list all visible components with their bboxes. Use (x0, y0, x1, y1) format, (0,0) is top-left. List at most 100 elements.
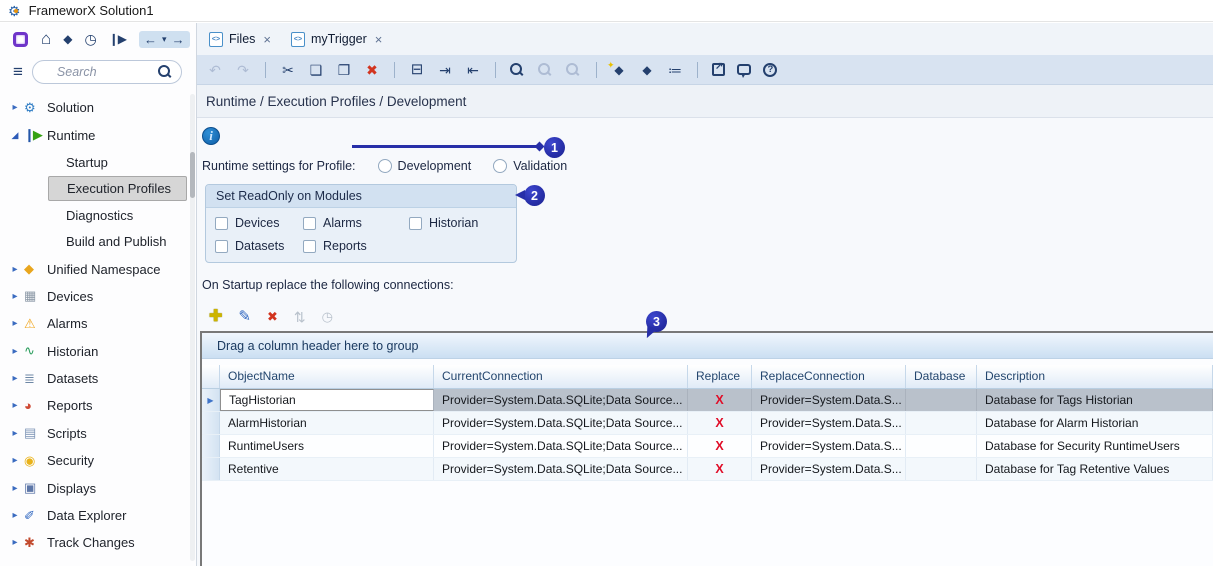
expand-arrow-icon[interactable]: ▸ (8, 510, 22, 521)
checkbox-reports[interactable]: Reports (303, 239, 409, 253)
cell-description[interactable]: Database for Tags Historian (977, 389, 1213, 411)
expand-arrow-icon[interactable]: ▸ (8, 537, 22, 548)
tab-files[interactable]: <>Files× (209, 32, 271, 47)
checkbox-devices[interactable]: Devices (215, 216, 303, 230)
radio-button-icon[interactable] (493, 159, 507, 173)
grid-group-panel[interactable]: Drag a column header here to group (202, 333, 1213, 359)
sort-icon[interactable]: ⇅ (294, 308, 306, 326)
cell-replaceconnection[interactable]: Provider=System.Data.S... (752, 412, 906, 434)
cell-replaceconnection[interactable]: Provider=System.Data.S... (752, 458, 906, 480)
column-header-database[interactable]: Database (906, 365, 977, 388)
sidebar-scrollbar-thumb[interactable] (190, 152, 195, 198)
sidebar-item-build-and-publish[interactable]: Build and Publish (48, 229, 187, 254)
expand-arrow-icon[interactable]: ▸ (8, 264, 22, 275)
nav-forward-icon[interactable]: → (172, 32, 185, 47)
feedback-icon[interactable] (737, 64, 751, 75)
tab-mytrigger[interactable]: <>myTrigger× (291, 32, 382, 47)
sidebar-item-startup[interactable]: Startup (48, 150, 187, 175)
nav-back-icon[interactable]: ← (144, 32, 157, 47)
sidebar-item-datasets[interactable]: ▸≣Datasets (0, 365, 196, 392)
radio-validation[interactable]: Validation (493, 159, 567, 173)
runtime-play-icon[interactable]: ❙▶ (109, 32, 126, 46)
search-box[interactable] (32, 60, 182, 84)
table-row[interactable]: ▶TagHistorianProvider=System.Data.SQLite… (202, 389, 1213, 412)
tag-icon[interactable]: ◆ (63, 32, 71, 46)
cell-database[interactable] (906, 389, 977, 411)
delete-row-icon[interactable]: ✖ (267, 308, 278, 326)
cell-currentconnection[interactable]: Provider=System.Data.SQLite;Data Source.… (434, 412, 688, 434)
cell-replace[interactable]: X (688, 412, 752, 434)
expand-arrow-icon[interactable]: ▸ (8, 455, 22, 466)
cell-replace[interactable]: X (688, 458, 752, 480)
column-header-objectname[interactable]: ObjectName (220, 365, 434, 388)
expand-arrow-icon[interactable]: ▸ (8, 346, 22, 357)
expand-arrow-icon[interactable]: ▸ (8, 483, 22, 494)
cell-currentconnection[interactable]: Provider=System.Data.SQLite;Data Source.… (434, 389, 688, 411)
nav-history-dropdown-icon[interactable]: ▾ (162, 34, 167, 45)
print-icon[interactable]: ⊟ (409, 62, 425, 78)
checkbox-alarms[interactable]: Alarms (303, 216, 409, 230)
close-tab-icon[interactable]: × (375, 32, 383, 47)
find-icon[interactable] (510, 63, 526, 77)
cell-currentconnection[interactable]: Provider=System.Data.SQLite;Data Source.… (434, 458, 688, 480)
new-tag-icon[interactable]: ◆✦ (611, 62, 627, 78)
checkbox-datasets[interactable]: Datasets (215, 239, 303, 253)
dashboard-icon[interactable]: ◷ (85, 31, 96, 48)
column-header-currentconnection[interactable]: CurrentConnection (434, 365, 688, 388)
checkbox-historian[interactable]: Historian (409, 216, 516, 230)
expand-arrow-icon[interactable]: ▸ (8, 102, 22, 113)
export-icon[interactable]: ⇤ (465, 62, 481, 78)
checkbox-icon[interactable] (303, 240, 316, 253)
undo-icon[interactable]: ↶ (207, 62, 223, 78)
column-header-description[interactable]: Description (977, 365, 1213, 388)
sidebar-scrollbar[interactable] (190, 94, 195, 561)
radio-development[interactable]: Development (378, 159, 472, 173)
checkbox-icon[interactable] (409, 217, 422, 230)
sidebar-item-data-explorer[interactable]: ▸✐Data Explorer (0, 502, 196, 529)
table-row[interactable]: AlarmHistorianProvider=System.Data.SQLit… (202, 412, 1213, 435)
tag-dark-icon[interactable]: ◆ (639, 62, 655, 78)
cell-database[interactable] (906, 435, 977, 457)
replace-x-icon[interactable]: X (715, 416, 723, 430)
sidebar-item-reports[interactable]: ▸◕Reports (0, 392, 196, 419)
cell-replaceconnection[interactable]: Provider=System.Data.S... (752, 389, 906, 411)
replace-prev-icon[interactable] (566, 63, 582, 77)
sidebar-item-unified-namespace[interactable]: ▸◆Unified Namespace (0, 255, 196, 282)
cell-replace[interactable]: X (688, 435, 752, 457)
checkbox-icon[interactable] (215, 240, 228, 253)
table-row[interactable]: RetentiveProvider=System.Data.SQLite;Dat… (202, 458, 1213, 481)
home-icon[interactable]: ⌂ (41, 29, 50, 49)
row-selector-cell[interactable]: ▶ (202, 389, 220, 411)
collapse-arrow-icon[interactable]: ◢ (8, 130, 22, 141)
delete-icon[interactable]: ✖ (364, 62, 380, 78)
row-selector-cell[interactable] (202, 412, 220, 434)
checkbox-icon[interactable] (303, 217, 316, 230)
sidebar-item-diagnostics[interactable]: Diagnostics (48, 203, 187, 228)
info-icon[interactable]: i (202, 127, 220, 145)
edit-row-icon[interactable]: ✎ (238, 308, 251, 326)
cell-database[interactable] (906, 412, 977, 434)
table-row[interactable]: RuntimeUsersProvider=System.Data.SQLite;… (202, 435, 1213, 458)
sidebar-item-alarms[interactable]: ▸⚠Alarms (0, 310, 196, 337)
expand-arrow-icon[interactable]: ▸ (8, 318, 22, 329)
hamburger-menu-icon[interactable]: ≡ (13, 62, 23, 82)
add-row-icon[interactable]: ✚ (209, 308, 222, 326)
import-icon[interactable]: ⇥ (437, 62, 453, 78)
radio-button-icon[interactable] (378, 159, 392, 173)
app-logo-icon[interactable] (13, 32, 28, 47)
sidebar-item-solution[interactable]: ▸⚙Solution (0, 94, 196, 121)
replace-x-icon[interactable]: X (715, 462, 723, 476)
expand-arrow-icon[interactable]: ▸ (8, 291, 22, 302)
search-input[interactable] (43, 65, 158, 79)
cell-description[interactable]: Database for Tag Retentive Values (977, 458, 1213, 480)
sidebar-item-track-changes[interactable]: ▸✱Track Changes (0, 529, 196, 556)
cell-objectname[interactable]: TagHistorian (220, 389, 434, 411)
expand-arrow-icon[interactable]: ▸ (8, 428, 22, 439)
cell-description[interactable]: Database for Alarm Historian (977, 412, 1213, 434)
sidebar-item-historian[interactable]: ▸∿Historian (0, 338, 196, 365)
sidebar-item-scripts[interactable]: ▸▤Scripts (0, 420, 196, 447)
help-icon[interactable] (763, 63, 777, 77)
close-tab-icon[interactable]: × (263, 32, 271, 47)
cell-database[interactable] (906, 458, 977, 480)
tag-tree-icon[interactable]: ≔ (667, 62, 683, 78)
